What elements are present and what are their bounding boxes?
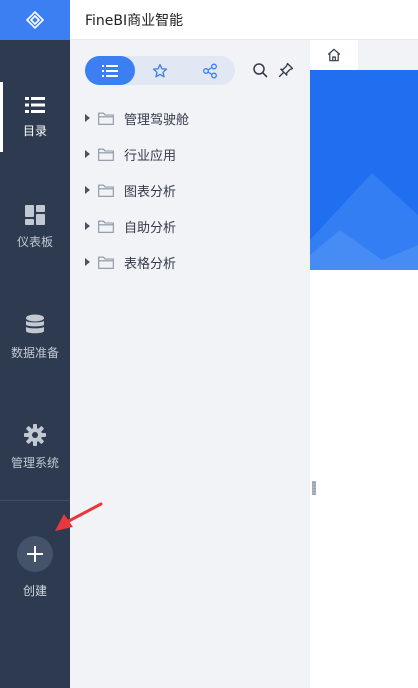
splitter-drag-handle[interactable]	[312, 481, 316, 495]
catalog-pin-button[interactable]	[276, 60, 296, 80]
tab-list-view[interactable]	[85, 56, 135, 85]
banner-mountain-graphic	[310, 173, 418, 270]
app-header: FineBI商业智能	[70, 0, 418, 40]
catalog-panel: 管理驾驶舱 行业应用 图表分析 自助分析 表格分析	[70, 40, 310, 688]
database-icon	[26, 314, 44, 333]
tree-folder-row[interactable]: 图表分析	[70, 172, 310, 208]
catalog-search-button[interactable]	[250, 60, 270, 80]
tab-favorites[interactable]	[135, 56, 185, 85]
gear-icon	[24, 423, 46, 446]
folder-label: 自助分析	[124, 220, 177, 236]
tree-folder-row[interactable]: 行业应用	[70, 136, 310, 172]
folder-icon	[98, 220, 114, 233]
pin-icon	[278, 62, 294, 78]
tree-folder-row[interactable]: 管理驾驶舱	[70, 100, 310, 136]
tab-home[interactable]	[310, 40, 358, 70]
catalog-tree: 管理驾驶舱 行业应用 图表分析 自助分析 表格分析	[70, 100, 310, 280]
nav-label-data-prep: 数据准备	[10, 345, 59, 360]
folder-label: 行业应用	[124, 148, 177, 164]
expand-caret-icon[interactable]	[85, 258, 90, 266]
folder-label: 管理驾驶舱	[124, 112, 190, 128]
list-icon	[102, 64, 118, 77]
home-icon	[327, 48, 341, 62]
nav-item-data-prep[interactable]: 数据准备	[0, 302, 70, 372]
search-icon	[253, 63, 268, 78]
catalog-view-switch	[85, 56, 235, 85]
folder-icon	[98, 148, 114, 161]
folder-label: 图表分析	[124, 184, 177, 200]
folder-icon	[98, 184, 114, 197]
expand-caret-icon[interactable]	[85, 222, 90, 230]
expand-caret-icon[interactable]	[85, 150, 90, 158]
nav-item-admin[interactable]: 管理系统	[0, 412, 70, 482]
content-area	[310, 270, 418, 688]
left-nav-rail: 目录 仪表板 数据准备 管理系统 创建	[0, 0, 70, 688]
expand-caret-icon[interactable]	[85, 114, 90, 122]
nav-label-dashboard: 仪表板	[16, 234, 53, 249]
nav-item-dashboard[interactable]: 仪表板	[0, 192, 70, 262]
folder-label: 表格分析	[124, 256, 177, 272]
tree-folder-row[interactable]: 自助分析	[70, 208, 310, 244]
folder-icon	[98, 112, 114, 125]
finebi-app: 目录 仪表板 数据准备 管理系统 创建 FineBI商业智能 管理驾驶舱 行业应…	[0, 0, 418, 688]
create-button[interactable]: 创建	[0, 536, 70, 606]
home-banner	[310, 70, 418, 270]
nav-label-catalog: 目录	[22, 123, 47, 138]
expand-caret-icon[interactable]	[85, 186, 90, 194]
app-logo[interactable]	[0, 0, 70, 40]
nav-item-catalog[interactable]: 目录	[0, 82, 70, 152]
nav-divider	[0, 500, 70, 501]
logo-icon	[25, 10, 45, 30]
app-title: FineBI商业智能	[85, 12, 184, 29]
tab-shared[interactable]	[185, 56, 235, 85]
tree-folder-row[interactable]: 表格分析	[70, 244, 310, 280]
active-indicator	[0, 82, 3, 152]
catalog-list-icon	[25, 96, 45, 113]
create-circle	[17, 536, 53, 572]
nav-label-admin: 管理系统	[10, 455, 59, 470]
folder-icon	[98, 256, 114, 269]
star-icon	[152, 63, 168, 77]
dashboard-grid-icon	[25, 204, 45, 225]
create-label: 创建	[22, 584, 47, 598]
share-icon	[203, 63, 217, 78]
plus-icon	[27, 546, 43, 562]
